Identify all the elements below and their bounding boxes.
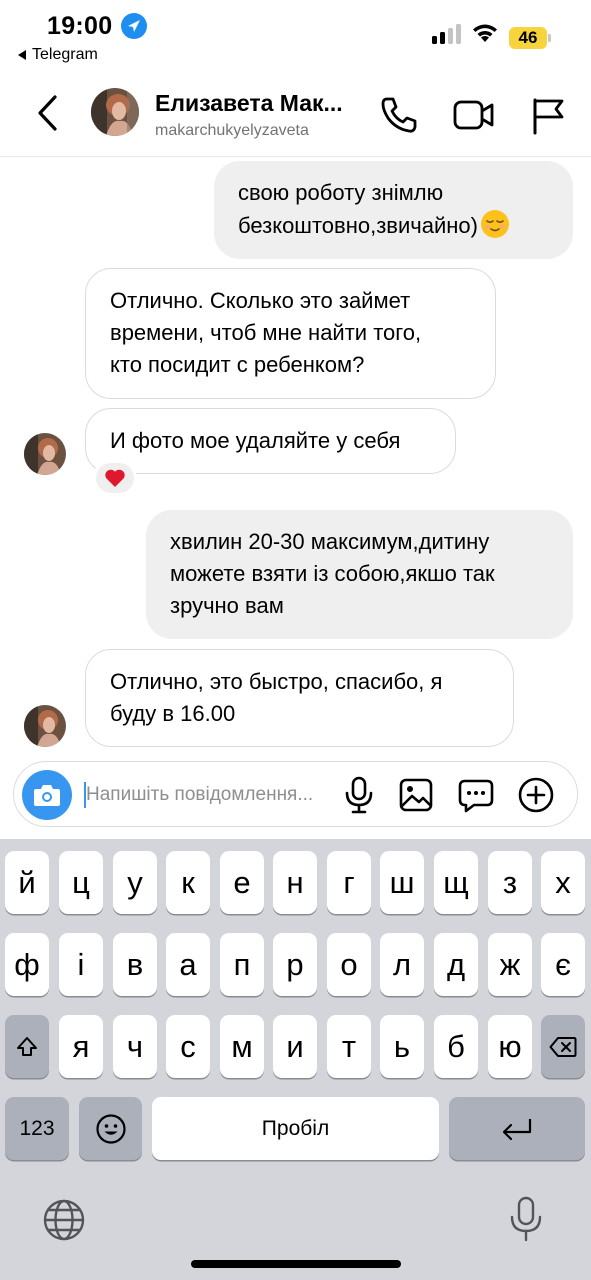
space-key[interactable]: Пробіл [152,1097,439,1160]
key-letter[interactable]: и [273,1015,317,1078]
backspace-icon [549,1036,577,1057]
message-composer [13,761,578,827]
reaction-badge[interactable] [93,460,137,496]
plus-circle-icon[interactable] [517,776,555,814]
message-line: Отлично. Сколько это займет [110,288,411,313]
key-letter[interactable]: т [327,1015,371,1078]
status-time: 19:00 [47,12,113,40]
back-app-label: Telegram [32,46,98,63]
relieved-face-emoji [480,210,509,238]
key-letter[interactable]: у [113,851,157,914]
key-letter[interactable]: є [541,933,585,996]
emoji-icon [95,1113,126,1144]
emoji-key[interactable] [79,1097,142,1160]
status-bar: 19:00 Telegram 46 [0,0,591,72]
chat-header: Елизавета Мак... makarchukyelyzaveta [0,72,591,157]
message-line: безкоштовно,звичайно) [238,209,549,242]
message-line: кто посидит с ребенком? [110,352,365,377]
key-letter[interactable]: ц [59,851,103,914]
sender-avatar[interactable] [24,433,66,475]
key-letter[interactable]: ю [488,1015,532,1078]
key-letter[interactable]: м [220,1015,264,1078]
message-line: И фото мое удаляйте у себя [110,428,401,453]
contact-avatar[interactable] [91,88,139,136]
battery-nub [548,34,551,42]
microphone-icon[interactable] [342,776,376,814]
phone-icon[interactable] [378,94,420,136]
key-letter[interactable]: ф [5,933,49,996]
key-letter[interactable]: ь [380,1015,424,1078]
sender-avatar[interactable] [24,705,66,747]
battery-icon: 46 [509,27,547,49]
key-letter[interactable]: а [166,933,210,996]
message-line: свою роботу знімлю [238,180,444,205]
contact-username: makarchukyelyzaveta [155,122,309,139]
message-line: Отлично, это быстро, спасибо, я [110,669,443,694]
return-icon [502,1118,532,1140]
message-input[interactable] [86,782,336,808]
key-letter[interactable]: о [327,933,371,996]
return-key[interactable] [449,1097,585,1160]
key-letter[interactable]: н [273,851,317,914]
key-letter[interactable]: ш [380,851,424,914]
message-bubble-outgoing[interactable]: хвилин 20-30 максимум,дитину можете взят… [146,510,573,639]
key-letter[interactable]: і [59,933,103,996]
back-chevron-icon[interactable] [32,92,66,134]
key-letter[interactable]: р [273,933,317,996]
key-letter[interactable]: я [59,1015,103,1078]
signal-icon [432,24,461,44]
sticker-chat-icon[interactable] [457,776,495,814]
keyboard: й ц у к е н г ш щ з х ф і в а п р о л д … [0,839,591,1280]
key-letter[interactable]: л [380,933,424,996]
heart-reaction-icon [105,469,125,487]
key-letter[interactable]: х [541,851,585,914]
key-letter[interactable]: ч [113,1015,157,1078]
key-letter[interactable]: в [113,933,157,996]
message-bubble-incoming[interactable]: И фото мое удаляйте у себя [85,408,456,474]
key-letter[interactable]: е [220,851,264,914]
message-line: буду в 16.00 [110,701,236,726]
message-bubble-incoming[interactable]: Отлично. Сколько это займет времени, что… [85,268,496,399]
key-letter[interactable]: з [488,851,532,914]
key-letter[interactable]: ж [488,933,532,996]
camera-icon[interactable] [22,770,72,820]
location-arrow-icon [121,13,147,39]
message-line: можете взяти із собою,якшо так [170,561,495,586]
message-line: зручно вам [170,593,284,618]
wifi-icon [473,24,497,42]
key-letter[interactable]: д [434,933,478,996]
numbers-key[interactable]: 123 [5,1097,69,1160]
shift-icon [17,1036,37,1056]
key-letter[interactable]: б [434,1015,478,1078]
home-indicator [191,1260,401,1268]
key-letter[interactable]: й [5,851,49,914]
message-bubble-outgoing[interactable]: свою роботу знімлю безкоштовно,звичайно) [214,161,573,259]
video-camera-icon[interactable] [452,94,496,136]
globe-icon[interactable] [41,1197,87,1243]
shift-key[interactable] [5,1015,49,1078]
contact-name[interactable]: Елизавета Мак... [155,90,343,117]
back-triangle-icon [18,50,26,60]
key-letter[interactable]: п [220,933,264,996]
key-letter[interactable]: к [166,851,210,914]
gallery-icon[interactable] [398,776,434,814]
back-to-telegram-link[interactable]: Telegram [18,46,98,64]
flag-icon[interactable] [528,94,568,136]
message-bubble-incoming[interactable]: Отлично, это быстро, спасибо, я буду в 1… [85,649,514,747]
dictation-mic-icon[interactable] [508,1195,544,1243]
backspace-key[interactable] [541,1015,585,1078]
key-letter[interactable]: г [327,851,371,914]
key-letter[interactable]: щ [434,851,478,914]
message-line: времени, чтоб мне найти того, [110,320,422,345]
message-line: хвилин 20-30 максимум,дитину [170,529,490,554]
key-letter[interactable]: с [166,1015,210,1078]
